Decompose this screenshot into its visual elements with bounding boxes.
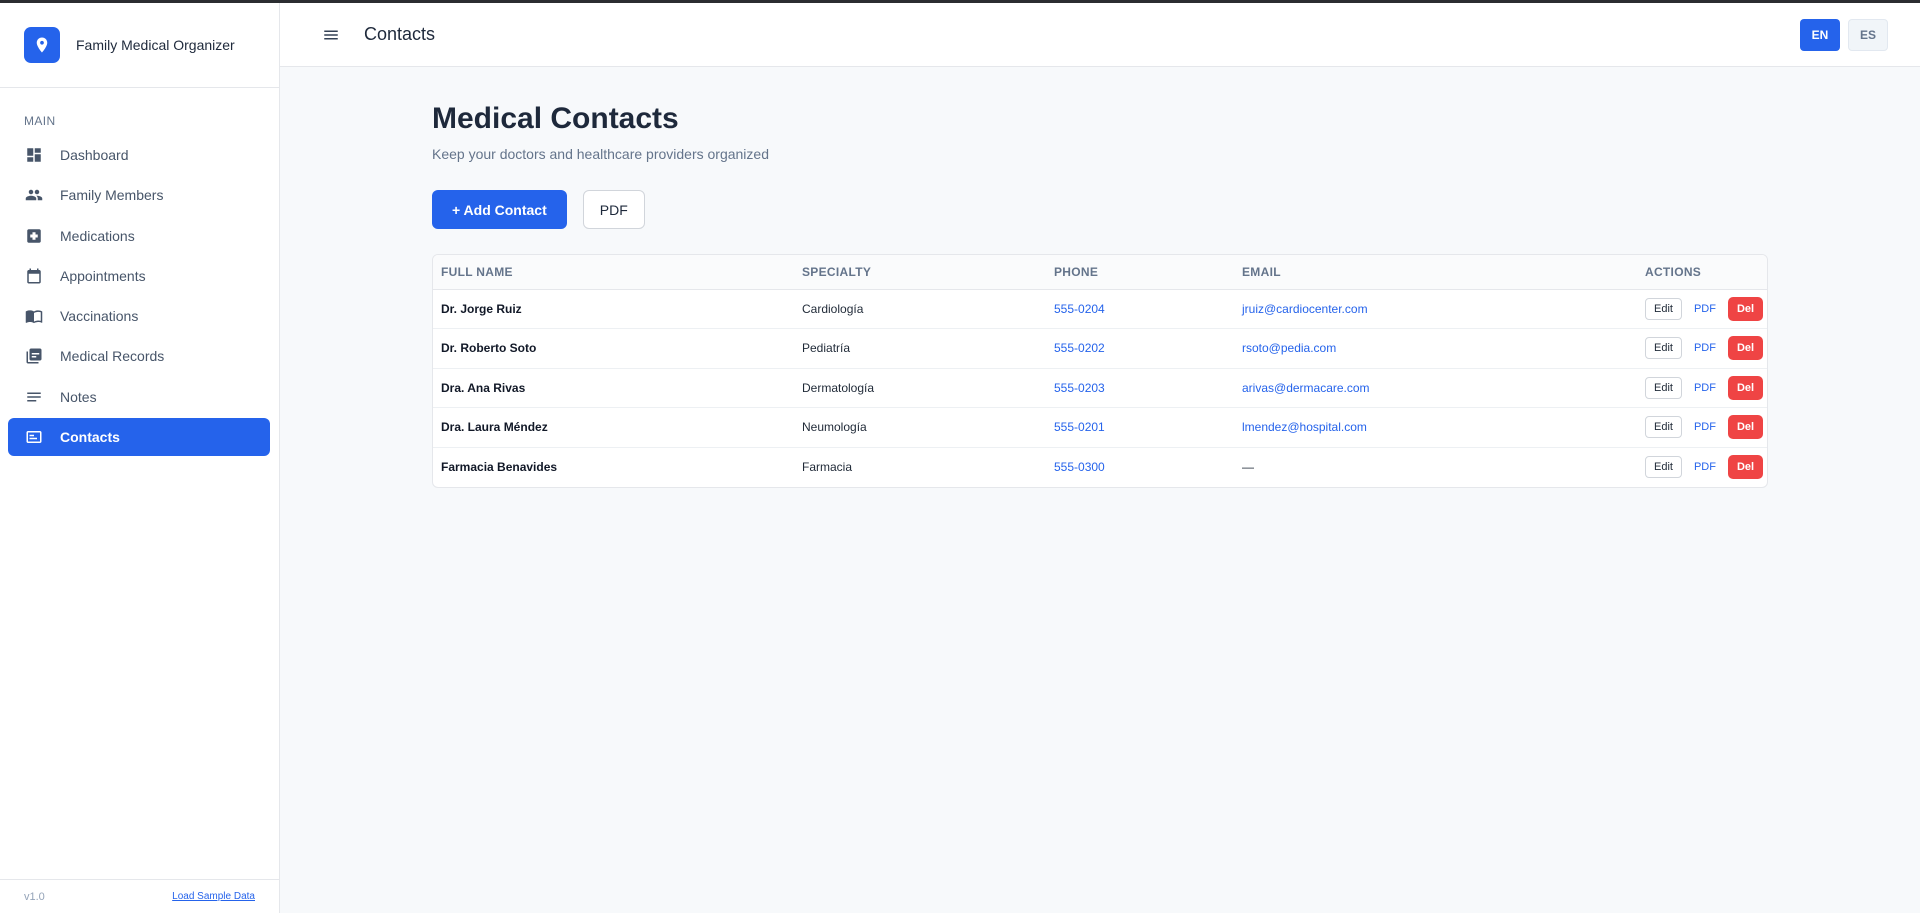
contact-name: Dra. Laura Méndez (433, 407, 794, 448)
header-title: Contacts (364, 24, 436, 44)
contact-phone-link[interactable]: 555-0204 (1046, 289, 1234, 329)
page-title: Medical Contacts (432, 102, 679, 135)
contact-specialty: Farmacia (802, 460, 853, 474)
sidebar-item-family-members[interactable]: Family Members (8, 176, 270, 214)
row-pdf-button[interactable]: PDF (1688, 421, 1722, 433)
contact-specialty: Neumología (794, 407, 1046, 448)
medical-cross-icon (24, 226, 44, 246)
lang-en-button[interactable]: EN (1800, 19, 1840, 51)
toolbar: + Add Contact PDF (432, 190, 1768, 229)
sidebar-item-label: Medical Records (60, 348, 165, 365)
table-row: Farmacia Benavides Farmacia 555-0300 — E… (433, 447, 1767, 487)
language-switcher: EN ES (1800, 19, 1888, 51)
edit-button[interactable]: Edit (1645, 456, 1682, 478)
notes-icon (24, 387, 44, 407)
contact-specialty: Dermatología (794, 368, 1046, 408)
delete-button[interactable]: Del (1727, 296, 1764, 321)
contacts-icon (24, 427, 44, 447)
contact-email-link[interactable]: jruiz@cardiocenter.com (1234, 289, 1637, 329)
edit-button[interactable]: Edit (1645, 376, 1682, 399)
row-pdf-button[interactable]: PDF (1688, 303, 1722, 315)
sidebar-item-label: Vaccinations (60, 308, 139, 325)
table-row: Dra. Ana Rivas Dermatología 555-0203 ari… (433, 368, 1767, 408)
table-row: Dr. Jorge Ruiz Cardiología 555-0204 jrui… (433, 289, 1767, 329)
sidebar-item-vaccinations[interactable]: Vaccinations (8, 297, 270, 335)
records-icon (24, 346, 44, 366)
sidebar-item-label: Dashboard (60, 147, 129, 163)
top-header: Contacts EN ES (280, 3, 1920, 67)
page-subtitle: Keep your doctors and healthcare provide… (432, 146, 769, 162)
column-header-phone[interactable]: PHONE (1046, 255, 1234, 290)
table-row: Dra. Laura Méndez Neumología 555-0201 lm… (433, 407, 1767, 448)
contact-phone-link[interactable]: 555-0300 (1046, 447, 1234, 487)
contact-email-empty: — (1242, 460, 1254, 474)
main-content: Medical Contacts Keep your doctors and h… (432, 67, 1768, 488)
contacts-table: FULL NAME SPECIALTY PHONE EMAIL ACTIONS … (433, 255, 1767, 487)
row-pdf-button[interactable]: PDF (1688, 342, 1722, 354)
sidebar-nav: Dashboard Family Members Medications App… (0, 136, 279, 457)
people-icon (24, 185, 44, 205)
add-contact-button[interactable]: + Add Contact (432, 190, 567, 229)
dashboard-icon (24, 145, 44, 165)
app-name: Family Medical Organizer (76, 37, 235, 53)
contact-name: Dr. Jorge Ruiz (433, 289, 794, 329)
sidebar-item-dashboard[interactable]: Dashboard (8, 136, 270, 174)
column-header-email[interactable]: EMAIL (1234, 255, 1637, 290)
delete-button[interactable]: Del (1727, 336, 1764, 361)
contact-phone-link[interactable]: 555-0203 (1046, 368, 1234, 408)
row-actions: Edit PDF Del (1637, 447, 1767, 487)
delete-button[interactable]: Del (1727, 415, 1764, 440)
contact-specialty: Pediatría (794, 328, 1046, 369)
contact-phone-link[interactable]: 555-0201 (1046, 407, 1234, 448)
book-icon (24, 306, 44, 326)
edit-button[interactable]: Edit (1645, 297, 1682, 320)
contact-name: Dr. Roberto Soto (433, 328, 794, 369)
calendar-icon (24, 266, 44, 286)
contact-name: Farmacia Benavides (441, 460, 558, 474)
delete-button[interactable]: Del (1727, 375, 1764, 400)
export-pdf-button[interactable]: PDF (582, 190, 645, 229)
contact-email-link[interactable]: arivas@dermacare.com (1234, 368, 1637, 408)
sidebar-item-label: Appointments (60, 267, 146, 284)
row-actions: Edit PDF Del (1637, 289, 1767, 329)
row-actions: Edit PDF Del (1637, 368, 1767, 408)
nav-section-label: MAIN (24, 114, 56, 128)
edit-button[interactable]: Edit (1645, 416, 1682, 439)
edit-button[interactable]: Edit (1645, 337, 1682, 360)
sidebar-item-contacts[interactable]: Contacts (8, 418, 270, 457)
sidebar-item-label: Medications (60, 227, 135, 244)
row-actions: Edit PDF Del (1637, 328, 1767, 369)
contact-email-link[interactable]: lmendez@hospital.com (1234, 407, 1637, 448)
sidebar-item-label: Contacts (60, 429, 120, 446)
delete-button[interactable]: Del (1727, 455, 1764, 479)
sidebar-item-appointments[interactable]: Appointments (8, 257, 270, 295)
row-pdf-button[interactable]: PDF (1688, 382, 1722, 394)
contact-specialty: Cardiología (794, 289, 1046, 329)
table-row: Dr. Roberto Soto Pediatría 555-0202 rsot… (433, 328, 1767, 369)
window-top-border (0, 0, 1920, 3)
row-pdf-button[interactable]: PDF (1688, 461, 1722, 473)
column-header-name[interactable]: FULL NAME (433, 255, 794, 290)
contact-phone-link[interactable]: 555-0202 (1046, 328, 1234, 369)
column-header-actions: ACTIONS (1637, 255, 1767, 290)
load-sample-data-link[interactable]: Load Sample Data (172, 891, 255, 902)
table-header-row: FULL NAME SPECIALTY PHONE EMAIL ACTIONS (433, 255, 1767, 290)
sidebar-item-medical-records[interactable]: Medical Records (8, 337, 270, 375)
lang-es-button[interactable]: ES (1848, 19, 1888, 51)
row-actions: Edit PDF Del (1637, 407, 1767, 448)
brand[interactable]: Family Medical Organizer (0, 3, 279, 88)
location-pin-icon (24, 27, 60, 63)
contact-name: Dra. Ana Rivas (433, 368, 794, 408)
sidebar: Family Medical Organizer MAIN Dashboard … (0, 3, 280, 913)
column-header-specialty[interactable]: SPECIALTY (794, 255, 1046, 290)
sidebar-item-label: Family Members (60, 187, 164, 204)
menu-icon[interactable] (320, 24, 342, 46)
contacts-table-card: FULL NAME SPECIALTY PHONE EMAIL ACTIONS … (432, 254, 1768, 488)
sidebar-item-label: Notes (60, 388, 97, 405)
sidebar-item-notes[interactable]: Notes (8, 378, 270, 416)
sidebar-footer: v1.0 Load Sample Data (0, 879, 279, 913)
app-version: v1.0 (24, 890, 45, 903)
sidebar-item-medications[interactable]: Medications (8, 217, 270, 255)
contact-email-link[interactable]: rsoto@pedia.com (1234, 328, 1637, 369)
